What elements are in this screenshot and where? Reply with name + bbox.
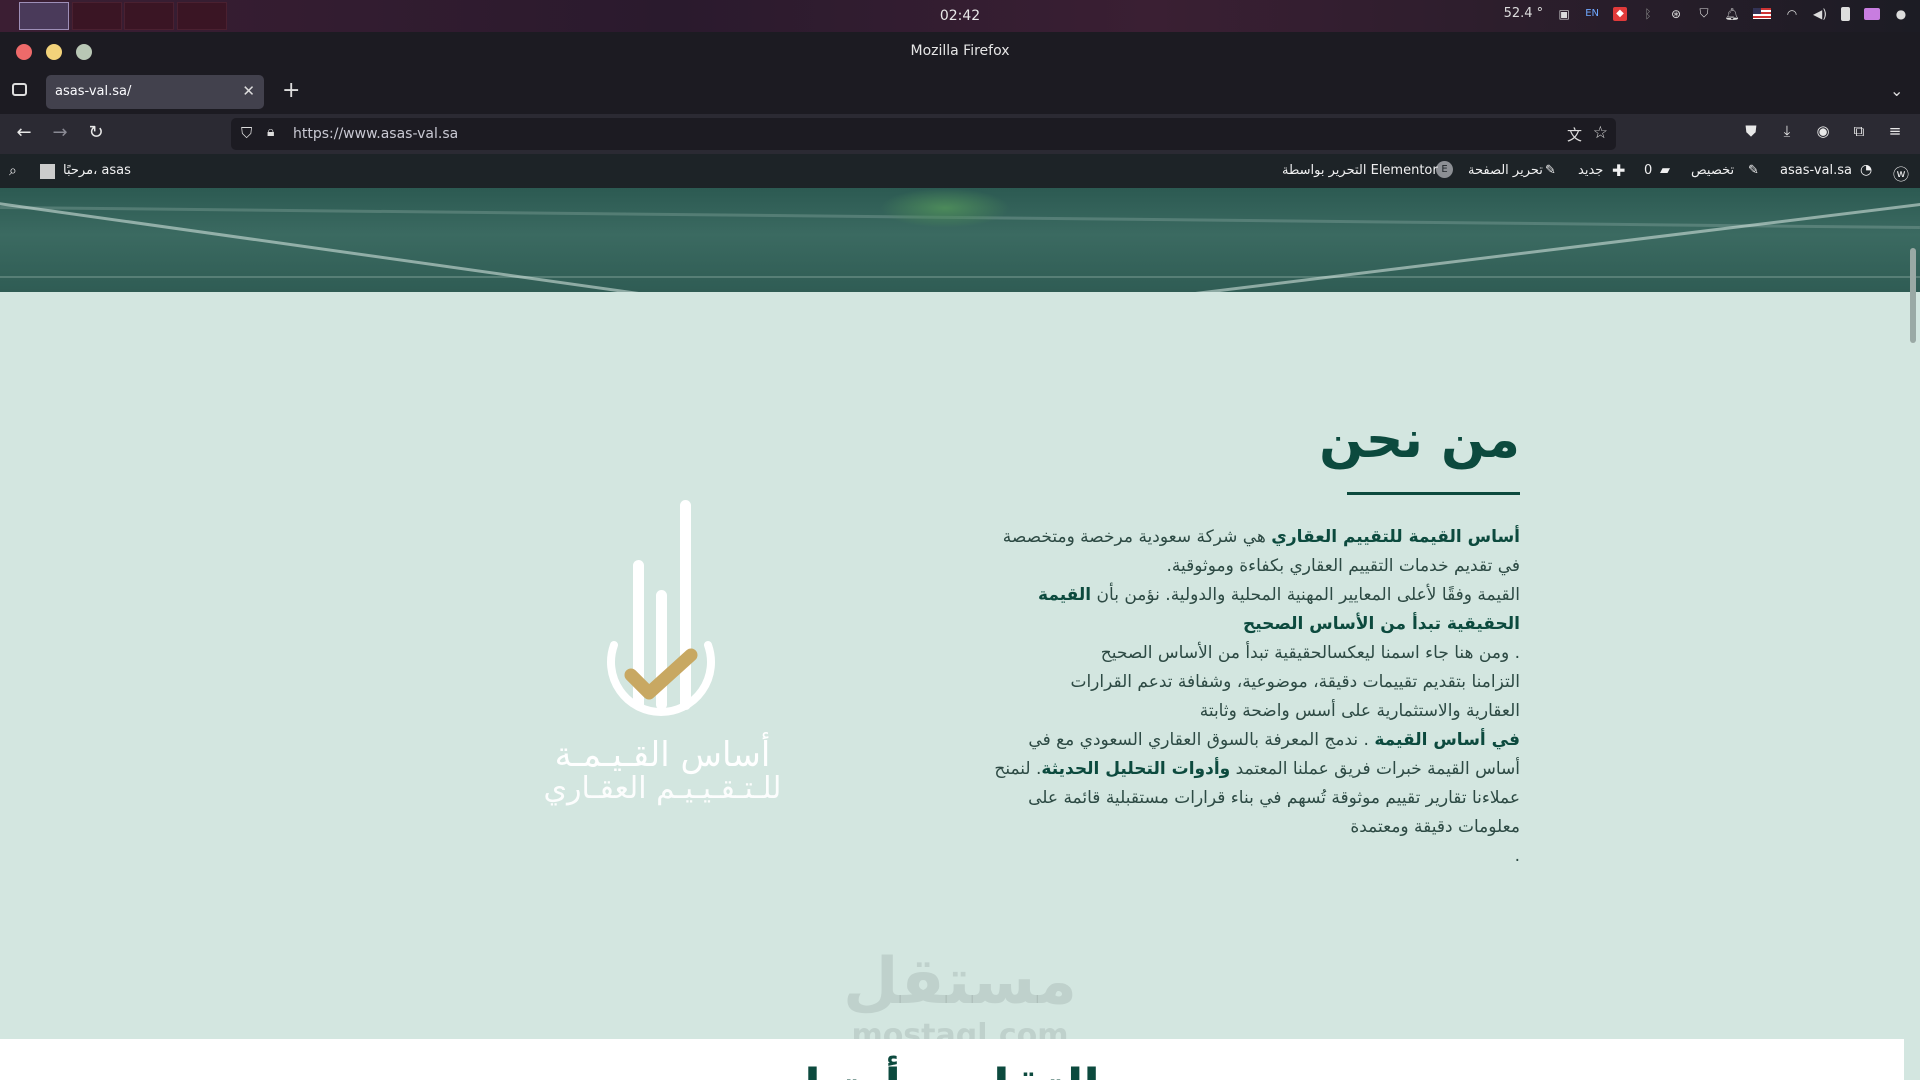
wp-new[interactable]: جديد	[1578, 163, 1603, 178]
wp-site-name[interactable]: asas-val.sa	[1780, 163, 1852, 178]
logo-bar-tall	[680, 500, 691, 710]
volume-icon[interactable]: ◀)	[1813, 7, 1827, 21]
comment-icon[interactable]: ▰	[1660, 163, 1670, 178]
window-title-bar: Mozilla Firefox	[0, 32, 1920, 70]
forward-arrow-icon[interactable]: →	[48, 122, 72, 143]
bell-icon[interactable]: 🔔︎	[1724, 7, 1739, 21]
wp-admin-bar: ⓦ ◔ asas-val.sa ✎ تخصيص ▰ 0 ✚ جديد ✎ تحر…	[0, 154, 1920, 188]
tab-bar: asas-val.sa/ ✕ + ⌄	[0, 70, 1920, 114]
text-line: معلومات دقيقة ومعتمدة	[1350, 817, 1520, 837]
window-title: Mozilla Firefox	[910, 43, 1010, 59]
logo-subtitle: للـتـقـيـيـم العقـاري	[543, 771, 782, 806]
text-line: . ومن هنا جاء اسمنا ليعكسالحقيقية تبدأ م…	[1100, 643, 1520, 663]
extensions-icon[interactable]: ⧉	[1847, 122, 1871, 140]
text-segment-bold: في أساس القيمة	[1374, 730, 1520, 750]
text-line: الحقيقية تبدأ من الأساس الصحيح	[994, 610, 1520, 639]
text-line: في تقديم خدمات التقييم العقاري بكفاءة وم…	[1166, 556, 1520, 576]
page-title: من نحن	[1319, 410, 1520, 470]
url-bar[interactable]: ⛉ 🔒︎ https://www.asas-val.sa 文 ☆	[231, 118, 1616, 150]
elementor-icon[interactable]: E	[1436, 161, 1453, 178]
downloads-icon[interactable]: ⤓	[1775, 122, 1799, 140]
text-segment-bold: الحقيقية تبدأ من الأساس الصحيح	[1242, 614, 1520, 634]
flag-us-icon[interactable]	[1753, 8, 1771, 19]
text-line: العقارية والاستثمارية على أسس واضحة وثاب…	[1199, 701, 1520, 721]
wordpress-logo-icon[interactable]: ⓦ	[1893, 161, 1909, 185]
hero-image	[0, 188, 1920, 292]
wp-edit-page[interactable]: تحرير الصفحة	[1468, 163, 1543, 178]
watermark-arabic: مستقل	[842, 945, 1078, 1019]
text-line: القيمة وفقًا لأعلى المعايير المهنية المح…	[994, 581, 1520, 610]
url-text[interactable]: https://www.asas-val.sa	[293, 126, 458, 142]
text-line: عملاءنا تقارير تقييم موثوقة تُسهم في بنا…	[1028, 788, 1520, 808]
close-tab-icon[interactable]: ✕	[242, 82, 255, 100]
lock-icon[interactable]: 🔒︎	[267, 124, 274, 140]
reload-icon[interactable]: ↻	[84, 122, 108, 143]
comments-count[interactable]: 0	[1644, 163, 1652, 178]
back-arrow-icon[interactable]: ←	[12, 122, 36, 143]
text-segment: . ندمج المعرفة بالسوق العقاري السعودي مع…	[1028, 730, 1375, 750]
wifi-icon[interactable]: ◠	[1785, 7, 1799, 21]
screenshot-icon[interactable]: ▣	[1557, 7, 1571, 21]
network-status-icon[interactable]: ⊛	[1669, 7, 1683, 21]
search-icon[interactable]: ⌕	[9, 163, 17, 179]
about-paragraph: أساس القيمة للتقييم العقاري هي شركة سعود…	[994, 523, 1520, 871]
new-tab-icon[interactable]: +	[282, 78, 300, 103]
battery-icon[interactable]	[1841, 6, 1850, 21]
text-segment-bold: وأدوات التحليل الحديثة	[1041, 759, 1231, 779]
text-segment: القيمة وفقًا لأعلى المعايير المهنية المح…	[1091, 585, 1520, 605]
text-segment: . لنمنح	[994, 759, 1042, 779]
text-segment: أساس القيمة خبرات فريق عملنا المعتمد	[1230, 759, 1520, 779]
text-segment-bold: القيمة	[1038, 585, 1092, 605]
translate-icon[interactable]: 文	[1567, 124, 1582, 145]
tab-title: asas-val.sa/	[55, 84, 132, 99]
account-icon[interactable]: ◉	[1811, 122, 1835, 140]
app-indicator-icon[interactable]: ◆	[1613, 6, 1627, 21]
temperature-readout[interactable]: 52.4 °	[1504, 6, 1544, 21]
text-line: التزامنا بتقديم تقييمات دقيقة، موضوعية، …	[1070, 672, 1520, 692]
menu-icon[interactable]: ≡	[1883, 122, 1907, 140]
bookmark-star-icon[interactable]: ☆	[1593, 123, 1608, 143]
wp-greeting[interactable]: مرحبًا، asas	[63, 163, 131, 178]
page-scrollbar[interactable]	[1910, 248, 1916, 343]
pencil-icon[interactable]: ✎	[1545, 163, 1556, 178]
text-line: في أساس القيمة . ندمج المعرفة بالسوق الع…	[994, 726, 1520, 755]
reports-section: التقارير أدتنا	[0, 1039, 1904, 1080]
company-name: أساس القيمة للتقييم العقاري	[1271, 527, 1520, 547]
os-top-bar: 02:42 52.4 ° ▣ EN ◆ ᛒ ⊛ ⛉ 🔔︎ ◠ ◀) ●	[0, 0, 1920, 32]
dashboard-icon[interactable]: ◔	[1860, 162, 1872, 178]
text-line: أساس القيمة خبرات فريق عملنا المعتمد وأد…	[994, 755, 1520, 784]
tab-overview-icon[interactable]	[12, 83, 27, 96]
title-underline	[1347, 492, 1520, 495]
tracking-shield-icon[interactable]: ⛉	[241, 124, 252, 142]
text-segment: هي شركة سعودية مرخصة ومتخصصة	[1002, 527, 1272, 547]
list-all-tabs-icon[interactable]: ⌄	[1890, 81, 1903, 100]
brush-icon[interactable]: ✎	[1748, 163, 1759, 178]
text-line: أساس القيمة للتقييم العقاري هي شركة سعود…	[994, 523, 1520, 552]
pocket-icon[interactable]: ⛊	[1739, 122, 1763, 140]
system-tray: 52.4 ° ▣ EN ◆ ᛒ ⊛ ⛉ 🔔︎ ◠ ◀) ●	[1504, 6, 1908, 21]
navigation-bar: ← → ↻ ⛉ 🔒︎ https://www.asas-val.sa 文 ☆ ⛊…	[0, 114, 1920, 154]
keyboard-layout-icon[interactable]: EN	[1585, 8, 1599, 19]
wp-customize[interactable]: تخصيص	[1691, 163, 1734, 178]
section-title: التقارير أدتنا	[0, 1059, 1904, 1080]
tab-active[interactable]: asas-val.sa/ ✕	[46, 75, 264, 109]
bluetooth-icon[interactable]: ᛒ	[1641, 7, 1655, 21]
user-icon[interactable]: ●	[1894, 7, 1908, 21]
logo-name: أساس القـيـمـة	[554, 735, 771, 775]
folder-icon[interactable]	[1864, 7, 1880, 20]
avatar[interactable]	[40, 164, 55, 179]
plus-icon[interactable]: ✚	[1612, 161, 1625, 180]
shield-icon[interactable]: ⛉	[1697, 6, 1711, 21]
about-section: من نحن أساس القيمة للتقييم العقاري هي شر…	[0, 292, 1904, 1039]
wp-edit-elementor[interactable]: التحرير بواسطة Elementor	[1282, 163, 1438, 178]
text-line: .	[1514, 846, 1520, 866]
